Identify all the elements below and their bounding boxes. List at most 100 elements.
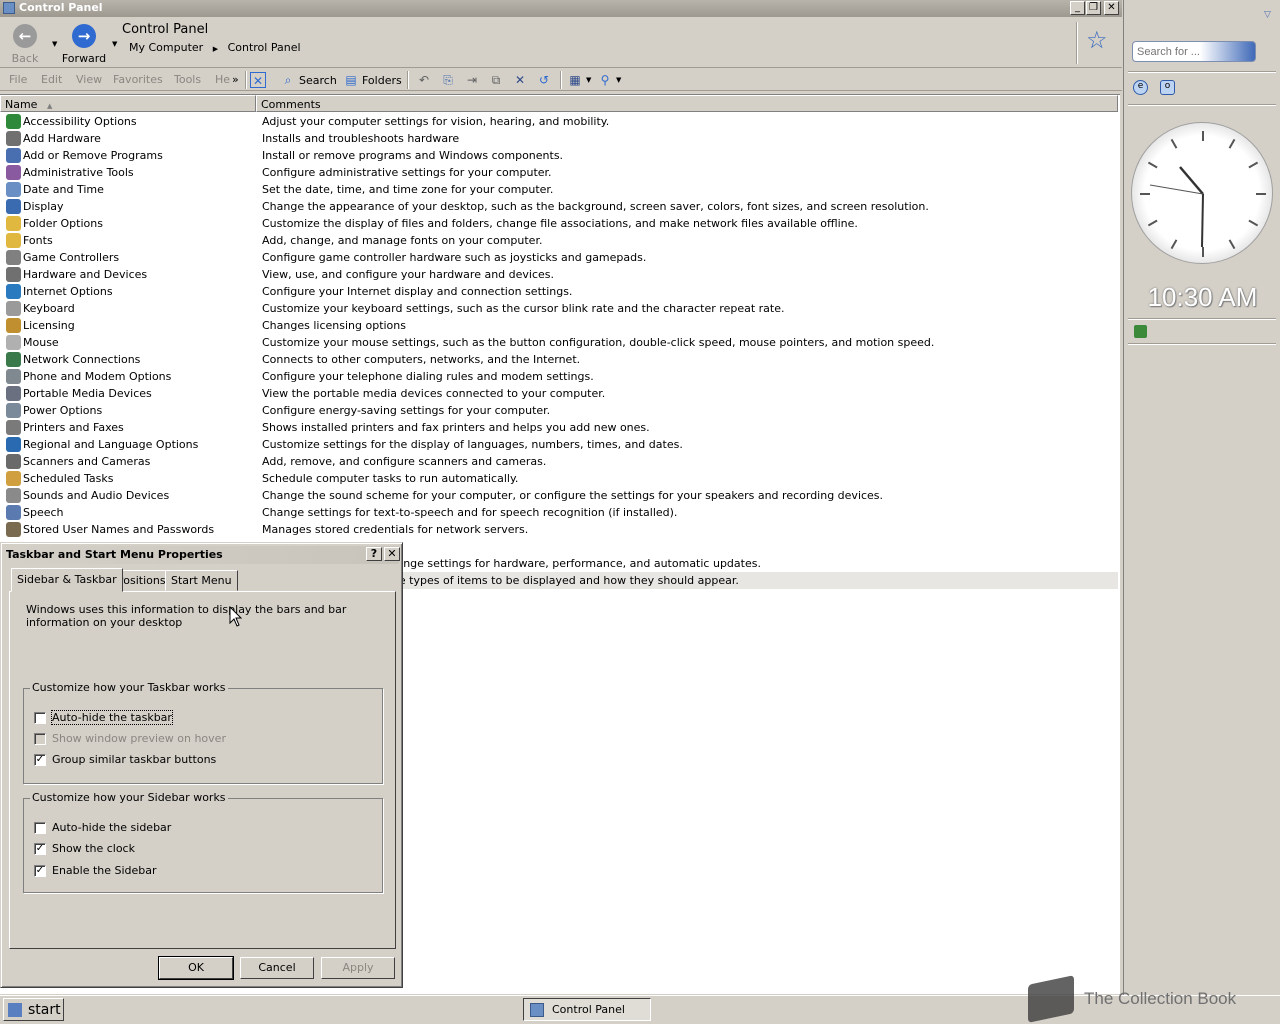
autohide-taskbar-option[interactable]: Auto-hide the taskbar xyxy=(34,710,173,725)
search-button[interactable]: ⌕ Search xyxy=(280,72,337,88)
gadget-icon[interactable] xyxy=(1134,325,1147,338)
move-folder-button[interactable]: ⇥ xyxy=(464,72,480,88)
move-folder-icon: ⇥ xyxy=(466,73,478,87)
enable-sidebar-option[interactable]: ✓ Enable the Sidebar xyxy=(34,864,157,877)
forward-button[interactable]: → Forward xyxy=(59,24,109,66)
show-clock-checkbox[interactable]: ✓ xyxy=(34,842,46,855)
list-row[interactable]: Display Change the appearance of your des… xyxy=(0,198,1118,215)
list-row[interactable]: Scheduled Tasks Schedule computer tasks t… xyxy=(0,470,1118,487)
list-row[interactable]: Sounds and Audio Devices Change the sound… xyxy=(0,487,1118,504)
show-clock-option[interactable]: ✓ Show the clock xyxy=(34,842,135,855)
sidebar-divider xyxy=(1128,71,1276,73)
item-name: Game Controllers xyxy=(23,251,120,264)
start-label: start xyxy=(28,1001,61,1018)
restore-button[interactable]: ❐ xyxy=(1086,1,1101,15)
control-panel-item-icon xyxy=(6,250,21,265)
autohide-sidebar-option[interactable]: Auto-hide the sidebar xyxy=(34,821,171,834)
folders-button[interactable]: ▤ Folders xyxy=(343,72,401,88)
menu-edit[interactable]: Edit xyxy=(41,73,62,86)
menu-help[interactable]: He xyxy=(215,73,230,86)
cancel-button[interactable]: Cancel xyxy=(240,957,314,979)
tab-sidebar-taskbar[interactable]: Sidebar & Taskbar xyxy=(11,568,123,592)
list-row[interactable]: Administrative Tools Configure administra… xyxy=(0,164,1118,181)
sidebar-divider-4 xyxy=(1128,343,1276,345)
list-row[interactable]: Phone and Modem Options Configure your te… xyxy=(0,368,1118,385)
list-row[interactable]: Printers and Faxes Shows installed printe… xyxy=(0,419,1118,436)
forward-dropdown-icon[interactable]: ▼ xyxy=(112,40,117,48)
title-bar[interactable]: Control Panel _ ❐ ✕ xyxy=(0,0,1122,17)
clock-face-icon xyxy=(1140,131,1266,257)
windows-flag-icon xyxy=(8,1002,22,1017)
close-button[interactable]: ✕ xyxy=(1104,1,1119,15)
list-row[interactable]: Internet Options Configure your Internet … xyxy=(0,283,1118,300)
column-comments-label: Comments xyxy=(261,98,321,111)
taskbar-item-control-panel[interactable]: Control Panel xyxy=(523,998,651,1021)
item-name: Folder Options xyxy=(23,217,103,230)
list-row[interactable]: Portable Media Devices View the portable … xyxy=(0,385,1118,402)
breadcrumb-control-panel[interactable]: Control Panel xyxy=(228,41,301,54)
group-buttons-option[interactable]: ✓ Group similar taskbar buttons xyxy=(34,753,216,766)
control-panel-item-icon xyxy=(6,522,21,537)
control-panel-item-icon xyxy=(6,386,21,401)
move-to-icon: ↶ xyxy=(418,73,430,87)
list-row[interactable]: Licensing Changes licensing options xyxy=(0,317,1118,334)
sidebar-search-input[interactable] xyxy=(1132,41,1256,62)
list-row[interactable]: Stored User Names and Passwords Manages s… xyxy=(0,521,1118,538)
menu-overflow-icon[interactable]: » xyxy=(232,73,239,86)
list-row[interactable]: Mouse Customize your mouse settings, such… xyxy=(0,334,1118,351)
help-button[interactable]: ? xyxy=(366,547,382,561)
column-comments[interactable]: Comments xyxy=(256,95,1118,112)
control-panel-item-icon xyxy=(6,216,21,231)
group-buttons-checkbox[interactable]: ✓ xyxy=(34,753,46,766)
start-button[interactable]: start xyxy=(3,998,64,1021)
menu-view[interactable]: View xyxy=(76,73,102,86)
list-row[interactable]: Scanners and Cameras Add, remove, and con… xyxy=(0,453,1118,470)
internet-explorer-icon[interactable]: e xyxy=(1133,80,1148,95)
favorites-star-icon[interactable]: ☆ xyxy=(1086,26,1108,54)
ok-button[interactable]: OK xyxy=(158,956,234,980)
sidebar-menu-icon[interactable]: ▽ xyxy=(1264,10,1271,20)
list-row[interactable]: Regional and Language Options Customize s… xyxy=(0,436,1118,453)
enable-sidebar-checkbox[interactable]: ✓ xyxy=(34,864,46,877)
menu-favorites[interactable]: Favorites xyxy=(113,73,163,86)
list-row[interactable]: Folder Options Customize the display of f… xyxy=(0,215,1118,232)
control-panel-item-icon xyxy=(6,420,21,435)
list-row[interactable]: Keyboard Customize your keyboard settings… xyxy=(0,300,1118,317)
list-row[interactable]: Add or Remove Programs Install or remove … xyxy=(0,147,1118,164)
autohide-taskbar-checkbox[interactable] xyxy=(34,711,46,724)
back-button[interactable]: ← Back xyxy=(0,24,50,66)
dialog-close-button[interactable]: ✕ xyxy=(384,547,400,561)
list-row[interactable]: Network Connections Connects to other com… xyxy=(0,351,1118,368)
list-row[interactable]: Fonts Add, change, and manage fonts on yo… xyxy=(0,232,1118,249)
copy-folder-button[interactable]: ⧉ xyxy=(488,72,504,88)
breadcrumb-my-computer[interactable]: My Computer xyxy=(129,41,203,54)
list-row[interactable]: Game Controllers Configure game controlle… xyxy=(0,249,1118,266)
list-row[interactable]: Accessibility Options Adjust your compute… xyxy=(0,113,1118,130)
move-to-button[interactable]: ↶ xyxy=(416,72,432,88)
back-dropdown-icon[interactable]: ▼ xyxy=(52,40,57,48)
list-row[interactable]: Date and Time Set the date, time, and tim… xyxy=(0,181,1118,198)
column-name[interactable]: Name ▲ xyxy=(0,95,256,112)
views-button[interactable]: ▦ ▼ xyxy=(567,72,591,88)
tab-start-menu[interactable]: Start Menu xyxy=(165,570,238,591)
autohide-sidebar-checkbox[interactable] xyxy=(34,821,46,834)
undo-button[interactable]: ↺ xyxy=(536,72,552,88)
list-row[interactable]: Hardware and Devices View, use, and confi… xyxy=(0,266,1118,283)
list-row[interactable]: Add Hardware Installs and troubleshoots h… xyxy=(0,130,1118,147)
item-comment: Change the appearance of your desktop, s… xyxy=(262,200,929,213)
list-row[interactable]: Speech Change settings for text-to-speech… xyxy=(0,504,1118,521)
list-row[interactable]: Power Options Configure energy-saving set… xyxy=(0,402,1118,419)
back-arrow-icon: ← xyxy=(13,24,37,48)
delete-button[interactable]: ✕ xyxy=(512,72,528,88)
copy-to-button[interactable]: ⎘ xyxy=(440,72,456,88)
minimize-button[interactable]: _ xyxy=(1070,1,1085,15)
dialog-title-bar[interactable]: Taskbar and Start Menu Properties ? ✕ xyxy=(4,546,400,564)
stop-button[interactable]: ✕ xyxy=(250,72,266,88)
menu-tools[interactable]: Tools xyxy=(174,73,201,86)
menu-file[interactable]: File xyxy=(9,73,27,86)
item-comment: Set the date, time, and time zone for yo… xyxy=(262,183,554,196)
find-button[interactable]: ⚲ ▼ xyxy=(597,72,622,88)
sidebar-divider-2 xyxy=(1128,104,1276,106)
views-icon: ▦ xyxy=(569,73,581,87)
outlook-icon[interactable]: o xyxy=(1160,80,1175,95)
